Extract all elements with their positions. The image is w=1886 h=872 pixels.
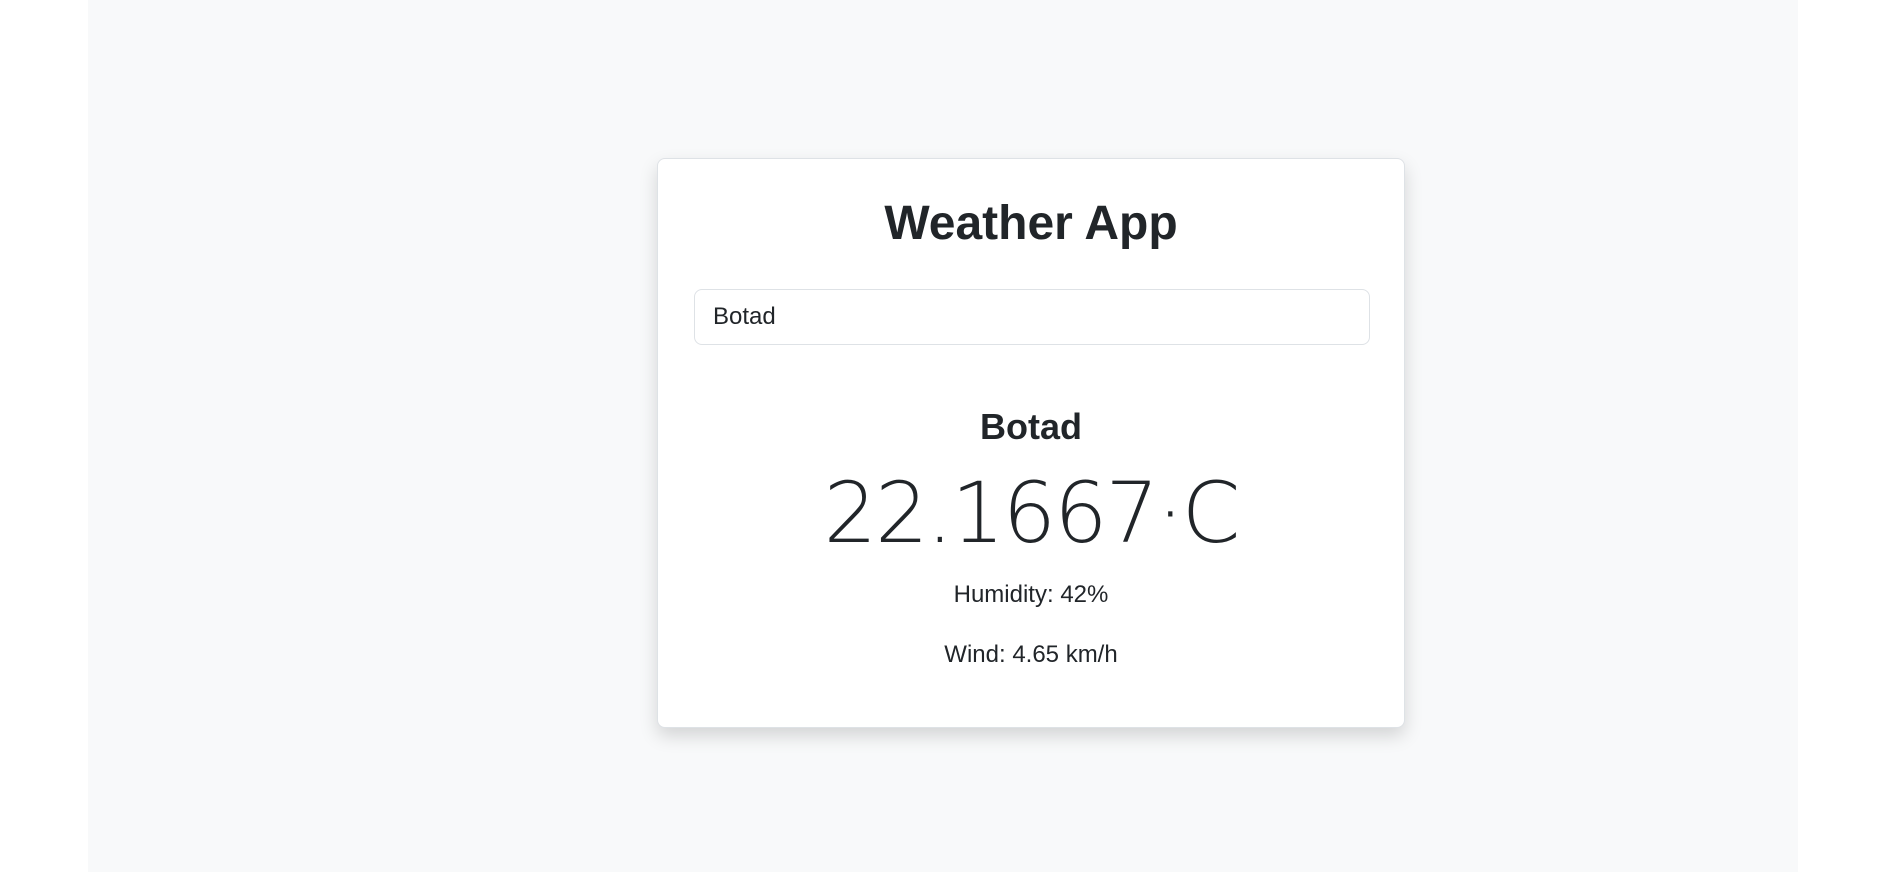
app-title: Weather App [884, 197, 1178, 250]
wind-text: Wind: 4.65 km/h [944, 641, 1118, 668]
temperature-value: 22.1667·C [823, 464, 1241, 562]
humidity-text: Humidity: 42% [953, 581, 1109, 608]
weather-card: Weather App Botad 22.1667·C Humidity: 42… [657, 158, 1405, 728]
city-search-input[interactable] [694, 289, 1370, 345]
city-name: Botad [980, 406, 1082, 447]
page-background: Weather App Botad 22.1667·C Humidity: 42… [88, 0, 1798, 872]
